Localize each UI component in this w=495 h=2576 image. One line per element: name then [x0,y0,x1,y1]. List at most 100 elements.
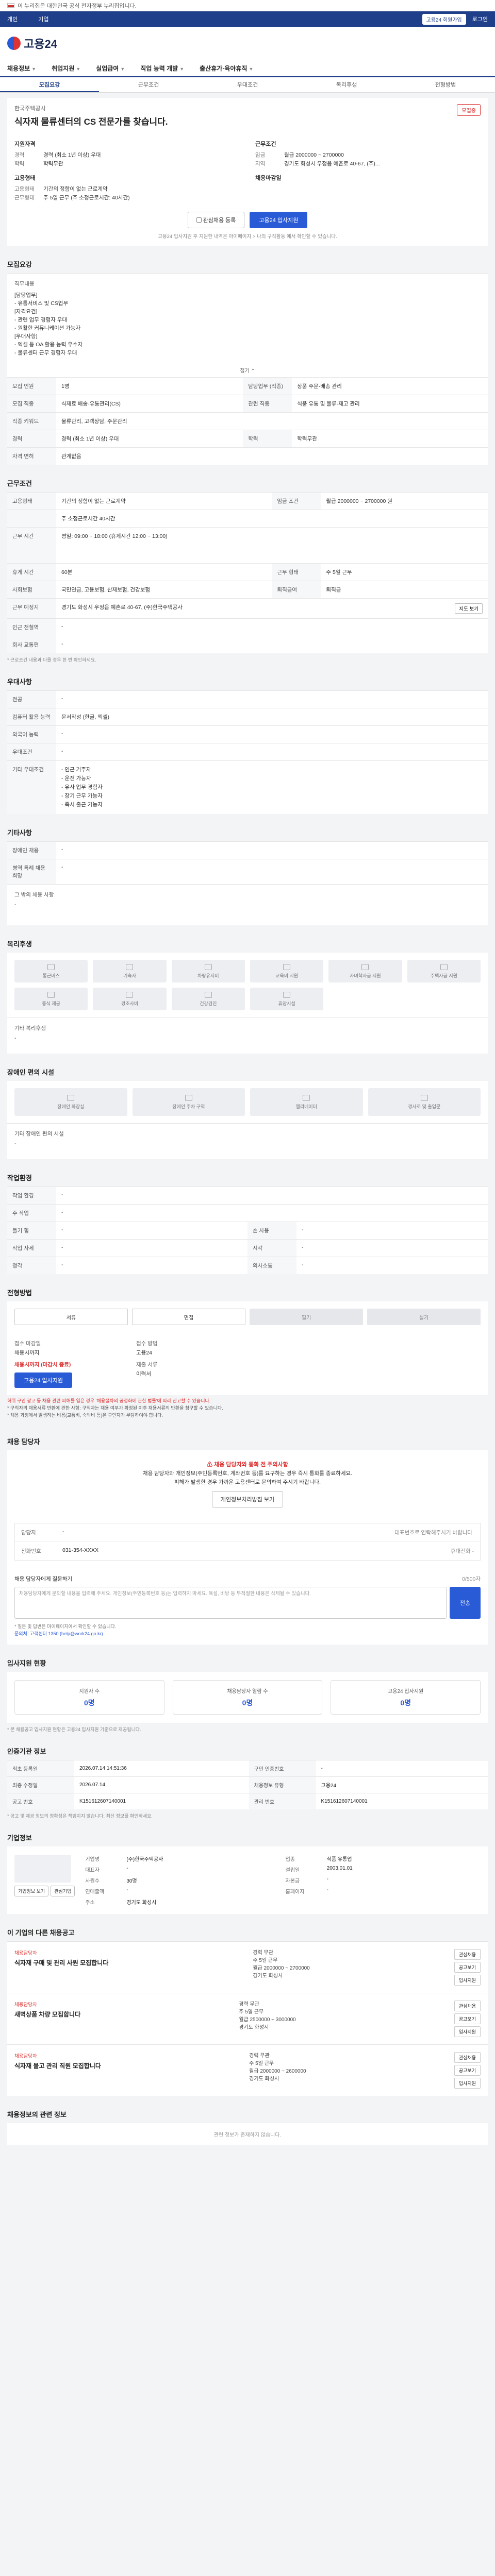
follow-company-button[interactable]: 관심기업 [51,1886,75,1896]
school-icon [361,963,369,970]
tab-company[interactable]: 기업 [38,15,69,23]
gov-top-bar: 개인 기업 고용24 회원가입 로그인 [0,11,495,27]
tab-process[interactable]: 전형방법 [396,77,495,92]
welfare-section: 통근버스 기숙사 차량유지비 교육비 지원 자녀학자금 지원 주택자금 지원 중… [7,953,488,1054]
list-item[interactable]: 채용담당자 식자재 구매 및 관리 사원 모집합니다 경력 무관 주 5일 근무 월급… [7,1941,488,1993]
view-job-button[interactable]: 공고보기 [454,1962,481,1973]
chevron-down-icon: ▼ [76,66,81,72]
recruit-title: 모집요강 [7,261,32,268]
collapse-button[interactable]: 접기 ⌃ [7,363,488,377]
company-title: 기업정보 [7,1834,32,1842]
resort-icon [283,991,291,998]
signup-button[interactable]: 고용24 회원가입 [422,13,466,25]
star-icon [196,217,202,223]
save-job-button[interactable]: 관심채용 등록 [187,212,245,228]
manager-title: 채용 담당자 [7,1438,40,1446]
meal-icon [47,991,55,998]
taegeuk-logo-icon [7,37,21,50]
view-job-button[interactable]: 공고보기 [454,2065,481,2076]
process-notes: 허위 구인 광고 등 채용 관련 피해를 입은 경우 ‘채용절차의 공정화에 관… [7,1398,223,1418]
step-written: 필기 [250,1309,363,1325]
login-link[interactable]: 로그인 [472,15,488,23]
view-job-button[interactable]: 공고보기 [454,2013,481,2024]
privacy-button[interactable]: 개인정보처리방침 보기 [211,1491,284,1507]
welfare-chip: 교육비 지원 [250,960,324,982]
welfare-chip: 휴양시설 [250,988,324,1010]
nav-item-training[interactable]: 직업 능력 개발 ▼ [140,64,184,73]
nav-item-leave[interactable]: 출산휴가·육아휴직 ▼ [200,64,253,73]
company-section: 기업정보 보기 관심기업 기업명 (주)한국주택공사 업종 식품 유통업 대표자 - 설립… [7,1846,488,1914]
job-summary-card: 한국주택공사 식자재 물류센터의 CS 전문가를 찾습니다. 모집중 지원자격 … [7,98,488,246]
car-icon [204,963,212,970]
tab-preferences[interactable]: 우대조건 [198,77,297,92]
disabled-title: 장애인 편의 시설 [7,1069,54,1076]
conditions-section: 고용형태 기간의 정함이 없는 근로계약 임금 조건 월급 2000000 ~ 270… [7,492,488,653]
apply-job-button[interactable]: 입사지원 [454,2078,481,2089]
nav-item-jobs[interactable]: 채용정보 ▼ [7,64,36,73]
env-title: 작업환경 [7,1174,32,1182]
inquiry-send-button[interactable]: 전송 [450,1587,481,1619]
apply-job-button[interactable]: 입사지원 [454,1975,481,1986]
welfare-title: 복리후생 [7,940,32,948]
process-section: 서류 면접 필기 실기 접수 마감일 채용시까지 채용시까지 (마감시 종료) … [7,1301,488,1395]
apply-note: 고용24 입사지원 후 지원한 내역은 마이페이지 > 나의 구직활동 에서 확… [158,234,337,240]
nav-item-support[interactable]: 취업지원 ▼ [52,64,80,73]
company-info-button[interactable]: 기업정보 보기 [14,1886,49,1896]
others-title: 이 기업의 다른 채용공고 [7,1929,75,1937]
deadline-heading: 채용마감일 [255,175,282,181]
inquiry-label: 채용 담당자에게 질문하기 [14,1576,73,1582]
qual-heading: 지원자격 [14,141,36,147]
inquiry-input[interactable]: 채용담당자에게 문의할 내용을 입력해 주세요. 개인정보(주민등록번호 등)는… [14,1587,447,1619]
list-item[interactable]: 채용담당자 식자재 물고 관리 직원 모집합니다 경력 무관 주 5일 근무 월급 2… [7,2044,488,2096]
map-button[interactable]: 지도 보기 [455,603,483,614]
tab-individual[interactable]: 개인 [7,15,38,23]
recruit-section: 직무내용 [담당업무] - 유통서비스 및 CS업무 [자격요건] - 관련 업무 … [7,273,488,465]
site-logo[interactable]: 고용24 [24,35,57,52]
site-header: 고용24 [0,27,495,60]
parking-icon [185,1094,192,1101]
welfare-chip: 통근버스 [14,960,88,982]
apply-button[interactable]: 고용24 입사지원 [250,212,308,228]
restroom-icon [67,1094,75,1101]
tab-conditions[interactable]: 근무조건 [99,77,198,92]
ramp-icon [420,1094,428,1101]
employ-heading: 고용형태 [14,175,36,181]
tab-welfare[interactable]: 복리후생 [297,77,396,92]
home-icon [126,963,134,970]
gov-notice-text: 이 누리집은 대한민국 공식 전자정부 누리집입니다. [18,3,137,9]
list-item[interactable]: 채용담당자 새벽상품 차량 모집합니다 경력 무관 주 5일 근무 월급 250000… [7,1993,488,2044]
bus-icon [47,963,55,970]
process-title: 전형방법 [7,1289,32,1297]
save-job-button[interactable]: 관심채용 [454,2052,481,2063]
process-apply-button[interactable]: 고용24 입사지원 [14,1372,73,1388]
company-logo [14,1855,71,1883]
etc-title: 기타사항 [7,829,32,837]
step-interview: 면접 [132,1309,245,1325]
health-icon [204,991,212,998]
flag-icon [7,3,14,8]
save-job-button[interactable]: 관심채용 [454,1949,481,1960]
elevator-icon [303,1094,310,1101]
gov-notice-bar: 이 누리집은 대한민국 공식 전자정부 누리집입니다. [0,0,495,11]
meta-section: 최초 등록일 2026.07.14 14:51:36 구인 인증번호 - 최종 수정일… [7,1760,488,1809]
pref-section: 전공 - 컴퓨터 활용 능력 문서작성 (한글, 엑셀) 외국어 능력 - 우대조건 -… [7,690,488,814]
pref-title: 우대사항 [7,678,32,686]
etc-section: 장애인 채용 - 병역 특례 채용 희망 - 그 밖의 채용 사항 - [7,841,488,925]
welfare-chip: 건강검진 [171,988,245,1010]
nav-item-benefit[interactable]: 실업급여 ▼ [96,64,125,73]
tab-recruit[interactable]: 모집요강 [0,77,99,92]
apply-job-button[interactable]: 입사지원 [454,2026,481,2037]
others-section: 채용담당자 식자재 구매 및 관리 사원 모집합니다 경력 무관 주 5일 근무 월급… [7,1941,488,2096]
chevron-down-icon: ▼ [249,66,254,72]
book-icon [283,963,291,970]
similar-section: 관련 정보가 존재하지 않습니다. [7,2123,488,2145]
manager-section: ⚠ 채용 담당자와 통화 전 주의사항 채용 담당자와 개인정보(주민등록번호,… [7,1450,488,1645]
chevron-down-icon: ▼ [31,66,37,72]
company-name[interactable]: 한국주택공사 [14,104,168,112]
welfare-chip: 차량유지비 [171,960,245,982]
status-badge: 모집중 [457,104,481,116]
main-nav: 채용정보 ▼ 취업지원 ▼ 실업급여 ▼ 직업 능력 개발 ▼ 출산휴가·육아휴직 ▼ [0,60,495,77]
gift-icon [126,991,134,998]
welfare-chip: 경조사비 [93,988,167,1010]
save-job-button[interactable]: 관심채용 [454,2001,481,2011]
